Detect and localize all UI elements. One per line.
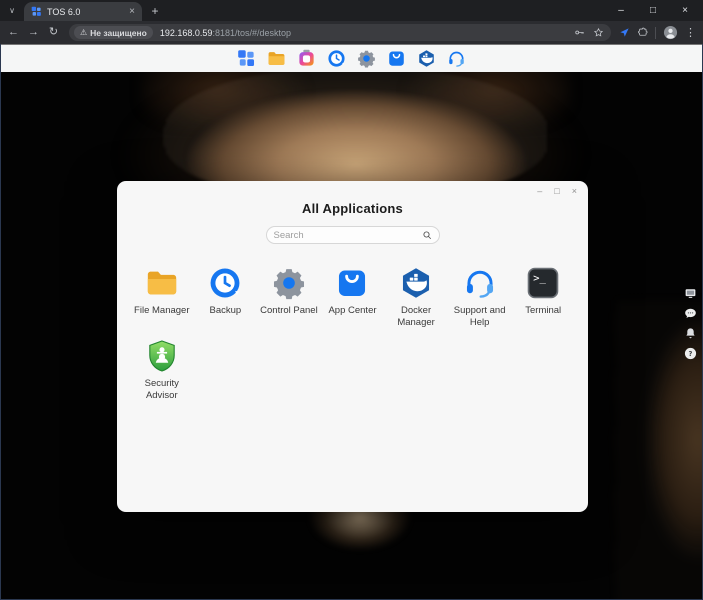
wallpaper-fur-chin	[293, 503, 427, 581]
extensions-puzzle-icon[interactable]	[637, 27, 648, 38]
gear-icon	[272, 266, 306, 300]
tab-title: TOS 6.0	[47, 7, 124, 17]
remote-monitor-icon[interactable]	[684, 287, 697, 300]
photos-icon[interactable]	[297, 49, 316, 68]
address-bar[interactable]: ⚠ Не защищено 192.168.0.59:8181/tos/#/de…	[69, 24, 611, 41]
app-label: Control Panel	[260, 305, 318, 317]
app-file-manager[interactable]: File Manager	[130, 266, 194, 330]
toolbar-right: ⋮	[619, 25, 697, 40]
svg-text:?: ?	[689, 350, 693, 358]
app-grid: File Manager Backup Control Panel App Cente…	[130, 266, 575, 402]
tos-desktop: ? – □ × All Applications File Manager Bac…	[1, 44, 702, 599]
url-host: 192.168.0.59	[160, 28, 213, 38]
password-key-icon[interactable]	[574, 27, 585, 38]
folder-icon	[145, 266, 179, 300]
security-chip[interactable]: ⚠ Не защищено	[74, 26, 153, 39]
svg-text:>_: >_	[533, 271, 546, 284]
tos-logo-favicon-icon	[31, 6, 42, 17]
feedback-chat-icon[interactable]	[684, 307, 697, 320]
app-label: Terminal	[525, 305, 561, 317]
app-store-bag-icon	[335, 266, 369, 300]
tos-logo-icon[interactable]	[237, 49, 256, 68]
backup-clock-icon[interactable]	[327, 49, 346, 68]
docker-whale-icon[interactable]	[417, 49, 436, 68]
app-control-panel[interactable]: Control Panel	[257, 266, 321, 330]
toolbar-separator	[655, 27, 656, 39]
modal-maximize-button[interactable]: □	[554, 187, 559, 196]
browser-window: ∨ TOS 6.0 × + – □ × ← → ↻ ⚠ Не защищено …	[0, 0, 703, 600]
app-label: Backup	[210, 305, 242, 317]
app-label: File Manager	[134, 305, 189, 317]
app-label: Docker Manager	[385, 305, 447, 330]
headset-icon	[463, 266, 497, 300]
app-docker-manager[interactable]: Docker Manager	[384, 266, 448, 330]
desktop-side-icons: ?	[684, 287, 697, 360]
headset-icon[interactable]	[447, 49, 466, 68]
warning-icon: ⚠	[80, 29, 87, 37]
app-label: Security Advisor	[131, 378, 193, 403]
browser-tab-tos[interactable]: TOS 6.0 ×	[24, 2, 142, 21]
app-label: Support and Help	[449, 305, 511, 330]
blue-extension-icon[interactable]	[619, 27, 630, 38]
app-security-advisor[interactable]: Security Advisor	[130, 339, 194, 403]
app-backup[interactable]: Backup	[194, 266, 258, 330]
window-minimize-button[interactable]: –	[605, 0, 637, 21]
help-circle-icon[interactable]: ?	[684, 347, 697, 360]
window-maximize-button[interactable]: □	[637, 0, 669, 21]
new-tab-button[interactable]: +	[142, 0, 168, 21]
profile-avatar[interactable]	[663, 25, 678, 40]
window-close-button[interactable]: ×	[669, 0, 701, 21]
security-shield-icon	[145, 339, 179, 373]
app-label: App Center	[328, 305, 376, 317]
folder-icon[interactable]	[267, 49, 286, 68]
search-icon	[422, 230, 432, 240]
forward-button[interactable]: →	[26, 21, 41, 44]
gear-icon[interactable]	[357, 49, 376, 68]
back-button[interactable]: ←	[6, 21, 21, 44]
terminal-icon: >_	[526, 266, 560, 300]
app-support-and-help[interactable]: Support and Help	[448, 266, 512, 330]
app-search[interactable]	[266, 226, 440, 244]
wallpaper-fur-head	[164, 67, 548, 199]
browser-toolbar: ← → ↻ ⚠ Не защищено 192.168.0.59:8181/to…	[0, 21, 703, 44]
browser-menu-icon[interactable]: ⋮	[685, 26, 694, 39]
notification-bell-icon[interactable]	[684, 327, 697, 340]
app-search-input[interactable]	[274, 230, 418, 241]
all-applications-modal: – □ × All Applications File Manager Backu…	[117, 181, 588, 512]
security-label: Не защищено	[90, 28, 147, 38]
browser-window-controls: – □ ×	[605, 0, 701, 21]
bookmark-star-icon[interactable]	[593, 27, 604, 38]
modal-close-button[interactable]: ×	[572, 187, 577, 196]
modal-title: All Applications	[117, 181, 588, 216]
app-terminal[interactable]: >_ Terminal	[511, 266, 575, 330]
url-text: 192.168.0.59:8181/tos/#/desktop	[160, 28, 291, 38]
app-store-bag-icon[interactable]	[387, 49, 406, 68]
modal-minimize-button[interactable]: –	[537, 187, 542, 196]
app-app-center[interactable]: App Center	[321, 266, 385, 330]
browser-tabstrip: ∨ TOS 6.0 × + – □ ×	[0, 0, 703, 21]
url-path: :8181/tos/#/desktop	[212, 28, 291, 38]
modal-window-controls: – □ ×	[537, 187, 577, 196]
backup-clock-icon	[208, 266, 242, 300]
tab-close-icon[interactable]: ×	[129, 7, 135, 17]
docker-whale-icon	[399, 266, 433, 300]
tab-search-chevron-icon[interactable]: ∨	[0, 0, 24, 21]
address-bar-icons	[574, 27, 604, 38]
reload-button[interactable]: ↻	[46, 21, 61, 44]
tos-taskbar	[1, 45, 702, 72]
